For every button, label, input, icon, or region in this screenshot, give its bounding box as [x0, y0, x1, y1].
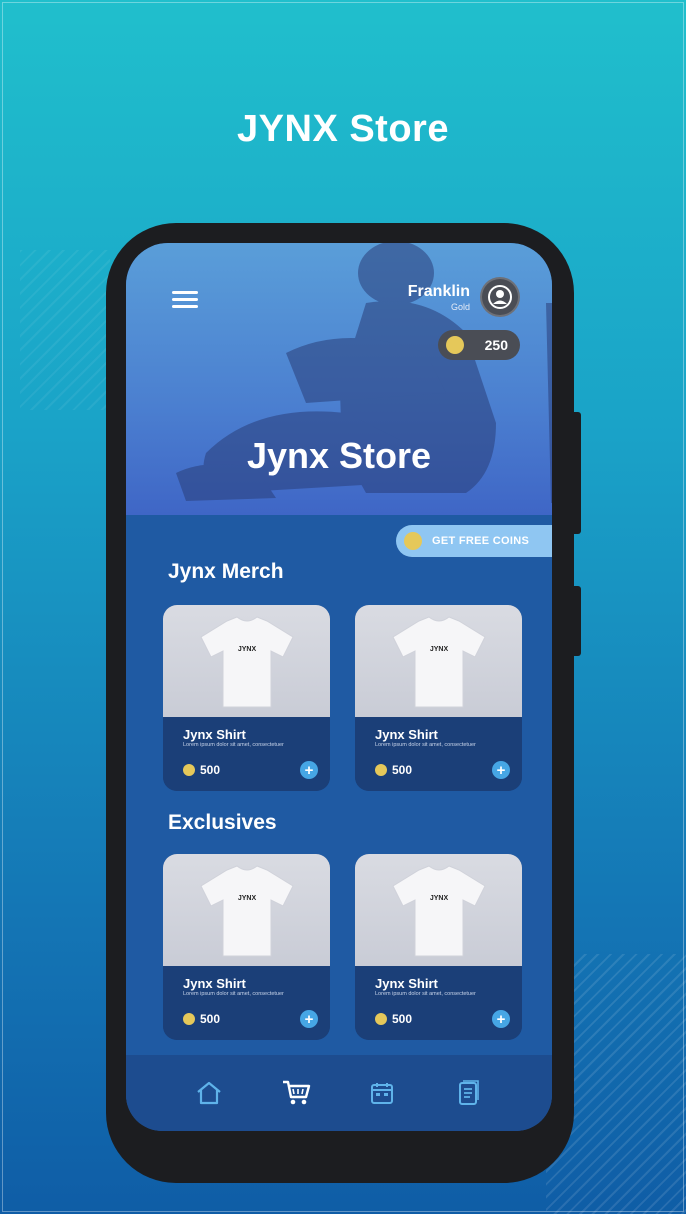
- menu-button[interactable]: [172, 291, 198, 311]
- nav-cart[interactable]: [280, 1077, 312, 1109]
- decorative-stripes-left: [20, 250, 110, 410]
- shirt-logo: JYNX: [429, 646, 448, 653]
- price-value: 500: [392, 763, 413, 777]
- menu-icon-line: [172, 305, 198, 308]
- home-icon: [197, 1081, 221, 1105]
- shirt-logo: JYNX: [237, 895, 256, 902]
- product-image: JYNX: [163, 605, 330, 717]
- user-name: Franklin: [407, 283, 470, 300]
- product-info: Jynx Shirt Lorem ipsum dolor sit amet, c…: [163, 966, 330, 1040]
- tshirt-icon: JYNX: [199, 616, 294, 708]
- bottom-navigation: [126, 1055, 552, 1131]
- add-to-cart-button[interactable]: +: [492, 761, 510, 779]
- product-name: Jynx Shirt: [375, 727, 438, 742]
- shirt-logo: JYNX: [237, 646, 256, 653]
- product-image: JYNX: [355, 605, 522, 717]
- coin-icon: [404, 532, 422, 550]
- document-icon: [458, 1080, 479, 1105]
- calendar-icon: [371, 1083, 394, 1104]
- menu-icon-line: [172, 291, 198, 294]
- product-description: Lorem ipsum dolor sit amet, consectetuer: [375, 742, 476, 748]
- product-description: Lorem ipsum dolor sit amet, consectetuer: [183, 991, 284, 997]
- coin-amount: 250: [484, 337, 508, 353]
- tshirt-icon: JYNX: [391, 865, 486, 957]
- cart-icon: [282, 1080, 310, 1105]
- coin-icon: [375, 764, 387, 776]
- product-name: Jynx Shirt: [183, 727, 246, 742]
- tshirt-icon: JYNX: [199, 865, 294, 957]
- app-screen: Franklin Gold 250 Jynx Store GET FREE CO…: [126, 243, 552, 1131]
- tshirt-icon: JYNX: [391, 616, 486, 708]
- product-description: Lorem ipsum dolor sit amet, consectetuer: [183, 742, 284, 748]
- price-value: 500: [200, 763, 221, 777]
- product-card[interactable]: JYNX Jynx Shirt Lorem ipsum dolor sit am…: [163, 854, 330, 1040]
- nav-documents[interactable]: [453, 1077, 485, 1109]
- product-name: Jynx Shirt: [183, 976, 246, 991]
- hero-title: Jynx Store: [246, 435, 432, 476]
- product-info: Jynx Shirt Lorem ipsum dolor sit amet, c…: [355, 966, 522, 1040]
- add-to-cart-button[interactable]: +: [300, 1010, 318, 1028]
- product-price: 500: [183, 1012, 220, 1026]
- avatar[interactable]: [480, 277, 520, 317]
- price-value: 500: [200, 1012, 221, 1026]
- product-card[interactable]: JYNX Jynx Shirt Lorem ipsum dolor sit am…: [163, 605, 330, 791]
- product-card[interactable]: JYNX Jynx Shirt Lorem ipsum dolor sit am…: [355, 605, 522, 791]
- get-free-coins-label: GET FREE COINS: [432, 535, 530, 547]
- product-name: Jynx Shirt: [375, 976, 438, 991]
- product-image: JYNX: [355, 854, 522, 966]
- product-price: 500: [375, 763, 412, 777]
- product-image: JYNX: [163, 854, 330, 966]
- product-price: 500: [183, 763, 220, 777]
- add-to-cart-button[interactable]: +: [300, 761, 318, 779]
- nav-home[interactable]: [193, 1077, 225, 1109]
- user-icon: [488, 285, 512, 309]
- phone-mockup: Franklin Gold 250 Jynx Store GET FREE CO…: [106, 223, 574, 1183]
- add-to-cart-button[interactable]: +: [492, 1010, 510, 1028]
- menu-icon-line: [172, 298, 198, 301]
- coin-icon: [183, 764, 195, 776]
- coin-icon: [183, 1013, 195, 1025]
- coin-icon: [375, 1013, 387, 1025]
- page-title: JYNX Store: [237, 108, 449, 150]
- product-info: Jynx Shirt Lorem ipsum dolor sit amet, c…: [163, 717, 330, 791]
- product-info: Jynx Shirt Lorem ipsum dolor sit amet, c…: [355, 717, 522, 791]
- section-title-merch: Jynx Merch: [168, 560, 284, 583]
- product-description: Lorem ipsum dolor sit amet, consectetuer: [375, 991, 476, 997]
- coin-icon: [446, 336, 464, 354]
- get-free-coins-button[interactable]: GET FREE COINS: [396, 525, 552, 557]
- nav-calendar[interactable]: [366, 1077, 398, 1109]
- product-card[interactable]: JYNX Jynx Shirt Lorem ipsum dolor sit am…: [355, 854, 522, 1040]
- shirt-logo: JYNX: [429, 895, 448, 902]
- product-price: 500: [375, 1012, 412, 1026]
- section-title-exclusives: Exclusives: [168, 811, 277, 834]
- hero-banner: Franklin Gold 250 Jynx Store: [126, 243, 552, 515]
- price-value: 500: [392, 1012, 413, 1026]
- user-tier: Gold: [450, 302, 470, 312]
- coin-balance: 250: [438, 330, 520, 360]
